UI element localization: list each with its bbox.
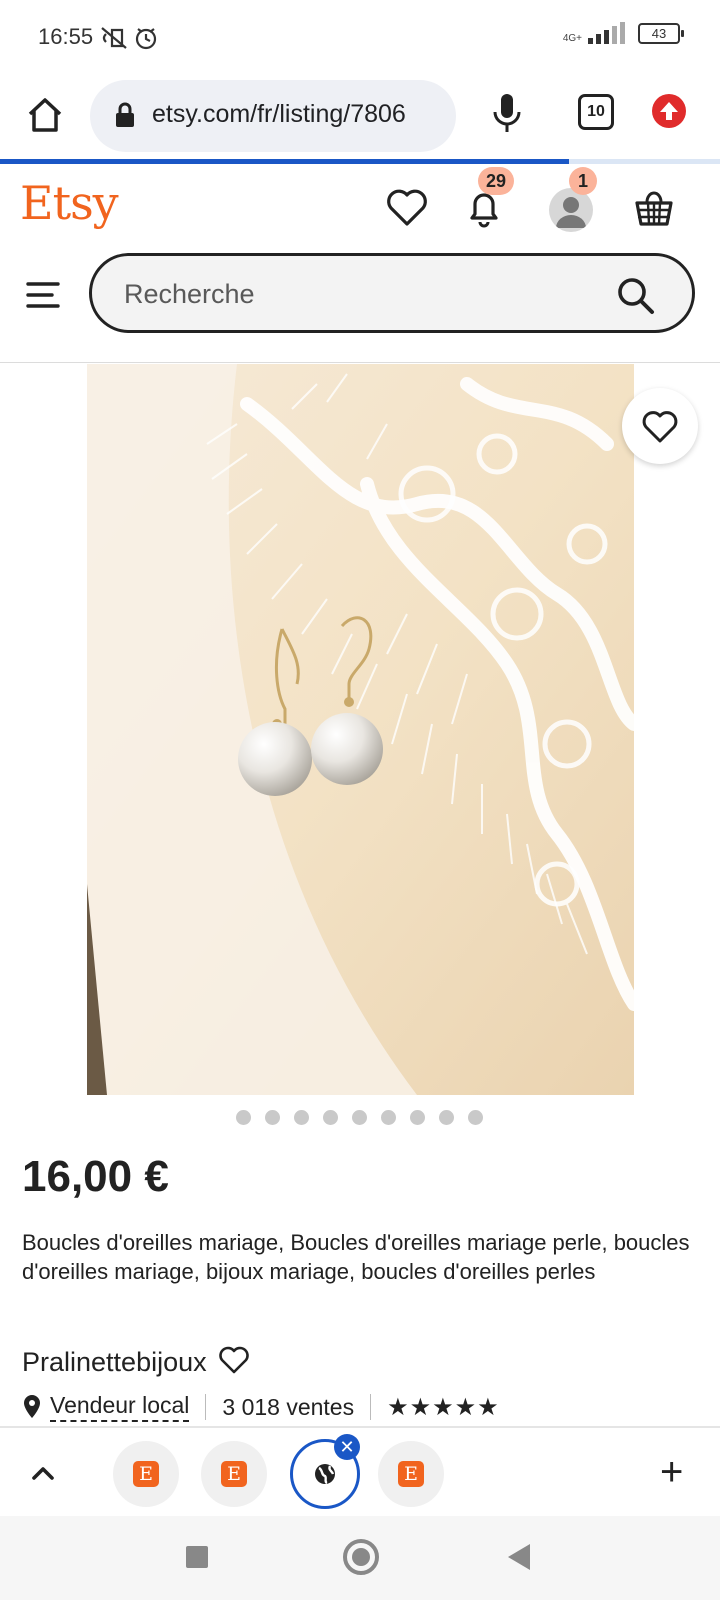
url-text: etsy.com/fr/listing/7806 xyxy=(152,100,406,128)
carousel-dot[interactable] xyxy=(294,1110,309,1125)
star-icon: ★ xyxy=(477,1393,500,1421)
home-icon xyxy=(28,98,62,132)
close-tab-button[interactable]: ✕ xyxy=(334,1434,360,1460)
basket-icon xyxy=(635,191,673,226)
separator xyxy=(205,1394,207,1420)
search-icon xyxy=(618,278,654,314)
sales-count: 3 018 ventes xyxy=(222,1393,355,1420)
search-box xyxy=(89,253,695,333)
status-right: 4G+ 43 xyxy=(563,22,684,44)
heart-icon xyxy=(642,411,678,443)
collapse-tabs-button[interactable] xyxy=(28,1458,58,1493)
notifications-badge: 29 xyxy=(478,167,515,195)
status-time: 16:55 xyxy=(38,24,94,49)
follow-shop-button[interactable] xyxy=(218,1346,249,1379)
signal-icon: 4G+ xyxy=(563,22,628,44)
carousel-dot[interactable] xyxy=(410,1110,425,1125)
search-button[interactable] xyxy=(616,276,656,321)
page-load-progress xyxy=(0,159,720,164)
tab-thumbnail[interactable]: E xyxy=(201,1441,267,1507)
account-avatar[interactable] xyxy=(549,188,593,232)
menu-button[interactable] xyxy=(26,280,60,310)
tab-switcher-button[interactable]: 10 xyxy=(578,94,614,130)
shop-name[interactable]: Pralinettebijoux xyxy=(22,1347,207,1378)
home-nav-button[interactable] xyxy=(343,1539,379,1575)
vibrate-off-alarm-icon xyxy=(101,27,157,50)
status-icons xyxy=(98,24,162,57)
chevron-up-icon xyxy=(32,1467,54,1480)
star-icon: ★ xyxy=(432,1393,455,1421)
favorites-button[interactable] xyxy=(385,186,429,230)
etsy-favicon-icon: E xyxy=(133,1461,159,1487)
etsy-logo[interactable]: Etsy xyxy=(20,176,119,230)
etsy-favicon-icon: E xyxy=(221,1461,247,1487)
carousel-dot[interactable] xyxy=(323,1110,338,1125)
listing-price: 16,00 € xyxy=(22,1152,169,1201)
carousel-dot[interactable] xyxy=(381,1110,396,1125)
microphone-icon xyxy=(493,94,521,132)
carousel-dot[interactable] xyxy=(265,1110,280,1125)
carousel-dot[interactable] xyxy=(468,1110,483,1125)
image-carousel-dots xyxy=(236,1110,483,1125)
system-nav-bar xyxy=(0,1516,720,1600)
battery-icon: 43 xyxy=(638,22,684,44)
browser-toolbar: etsy.com/fr/listing/7806 10 xyxy=(0,78,720,160)
local-seller-label[interactable]: Vendeur local xyxy=(50,1392,190,1422)
carousel-dot[interactable] xyxy=(236,1110,251,1125)
favorite-listing-button[interactable] xyxy=(622,388,698,464)
search-input[interactable] xyxy=(122,273,606,315)
star-icon: ★ xyxy=(454,1393,478,1421)
update-button[interactable] xyxy=(652,94,686,128)
arrow-up-icon xyxy=(660,102,678,120)
heart-icon xyxy=(218,1346,249,1374)
cart-button[interactable] xyxy=(632,186,676,230)
etsy-favicon-icon: E xyxy=(398,1461,424,1487)
star-icon: ★ xyxy=(387,1393,410,1421)
heart-icon xyxy=(387,189,427,226)
tab-thumbnail[interactable]: E xyxy=(113,1441,179,1507)
pearl-earrings-photo xyxy=(87,364,634,1095)
home-button[interactable] xyxy=(24,94,66,136)
status-bar: 16:55 4G+ 43 xyxy=(0,0,720,78)
listing-meta: Vendeur local 3 018 ventes ★★★★★ xyxy=(22,1392,500,1422)
lock-icon xyxy=(114,102,136,133)
product-image[interactable] xyxy=(87,364,634,1095)
header-divider xyxy=(0,362,720,363)
new-tab-button[interactable]: + xyxy=(660,1452,683,1492)
carousel-dot[interactable] xyxy=(352,1110,367,1125)
network-type: 4G+ xyxy=(562,33,582,44)
separator xyxy=(370,1394,372,1420)
carousel-dot[interactable] xyxy=(439,1110,454,1125)
tab-strip: E E ✕ E + xyxy=(0,1426,720,1518)
voice-search-button[interactable] xyxy=(492,92,522,141)
hamburger-icon xyxy=(26,282,60,308)
user-icon xyxy=(556,197,586,228)
recent-apps-button[interactable] xyxy=(186,1546,208,1568)
star-icon: ★ xyxy=(409,1393,433,1421)
location-pin-icon xyxy=(24,1395,40,1418)
listing-title: Boucles d'oreilles mariage, Boucles d'or… xyxy=(22,1230,690,1284)
tab-thumbnail[interactable]: E xyxy=(378,1441,444,1507)
page-load-progress-fill xyxy=(0,159,569,164)
shop-row: Pralinettebijoux xyxy=(22,1346,249,1379)
rating-stars[interactable]: ★★★★★ xyxy=(387,1393,500,1422)
back-button[interactable] xyxy=(508,1544,530,1570)
address-bar[interactable]: etsy.com/fr/listing/7806 xyxy=(90,80,456,152)
account-badge: 1 xyxy=(569,167,597,195)
